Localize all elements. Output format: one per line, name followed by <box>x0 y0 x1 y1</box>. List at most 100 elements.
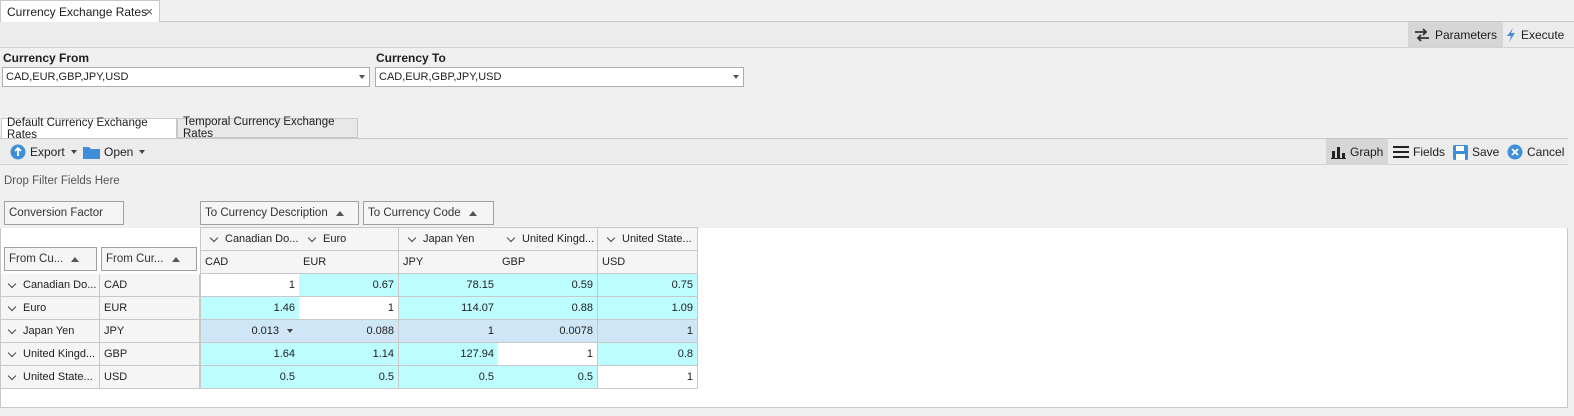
lightning-icon <box>1507 27 1515 42</box>
caret-down-icon[interactable] <box>287 329 293 333</box>
column-header-description[interactable]: United Kingd... <box>498 228 598 251</box>
currency-from-combobox[interactable]: CAD,EUR,GBP,JPY,USD <box>2 67 370 87</box>
tab-temporal-rates[interactable]: Temporal Currency Exchange Rates <box>177 116 358 140</box>
open-button[interactable]: Open <box>79 139 149 165</box>
chevron-down-icon[interactable] <box>407 233 417 242</box>
floppy-disk-icon <box>1453 144 1468 160</box>
data-cell[interactable]: 0.5 <box>498 366 598 389</box>
data-cell[interactable]: 1 <box>598 366 698 389</box>
data-cell[interactable]: 78.15 <box>399 274 499 297</box>
data-cell[interactable]: 0.0078 <box>498 320 598 343</box>
data-cell[interactable]: 1.46 <box>200 297 300 320</box>
graph-label: Graph <box>1350 145 1384 159</box>
data-cell[interactable]: 0.5 <box>399 366 499 389</box>
document-tab[interactable]: Currency Exchange Rates × <box>0 0 160 23</box>
data-cell[interactable]: 1.09 <box>598 297 698 320</box>
currency-to-label: Currency To <box>376 51 446 65</box>
row-header-description[interactable]: United Kingd... <box>0 343 100 366</box>
data-cell[interactable]: 1 <box>299 297 399 320</box>
open-label: Open <box>104 145 134 159</box>
chevron-down-icon[interactable] <box>209 233 219 242</box>
chevron-down-icon[interactable] <box>506 233 516 242</box>
data-cell[interactable]: 1.14 <box>299 343 399 366</box>
chevron-down-icon[interactable] <box>7 325 17 334</box>
row-field-button[interactable]: From Cur... <box>101 247 197 271</box>
parameters-label: Parameters <box>1435 27 1498 42</box>
column-header-label: United State... <box>622 233 692 245</box>
column-header-description[interactable]: Canadian Do... <box>200 228 300 251</box>
column-header-label: Euro <box>323 233 347 245</box>
row-header-label: Euro <box>23 302 47 314</box>
tab-default-rates[interactable]: Default Currency Exchange Rates <box>1 117 177 141</box>
folder-icon <box>83 147 100 159</box>
column-field-code[interactable]: To Currency Code <box>363 201 494 225</box>
fields-label: Fields <box>1413 145 1446 159</box>
column-header-description[interactable]: Euro <box>299 228 399 251</box>
execute-button[interactable]: Execute <box>1500 22 1570 47</box>
sort-ascending-icon <box>71 256 80 262</box>
chevron-down-icon[interactable] <box>7 302 17 311</box>
data-cell[interactable]: 114.07 <box>399 297 499 320</box>
graph-button[interactable]: Graph <box>1326 139 1389 165</box>
column-header-code: USD <box>598 251 698 274</box>
chevron-down-icon[interactable] <box>7 279 17 288</box>
data-cell[interactable]: 1 <box>200 274 300 297</box>
data-cell[interactable]: 0.88 <box>498 297 598 320</box>
close-icon[interactable]: × <box>145 4 153 19</box>
data-cell[interactable]: 1 <box>598 320 698 343</box>
data-cell[interactable]: 127.94 <box>399 343 499 366</box>
data-field-label: Conversion Factor <box>9 207 103 219</box>
currency-from-label: Currency From <box>3 51 90 65</box>
tab-temporal-rates-label: Temporal Currency Exchange Rates <box>183 116 335 140</box>
data-cell[interactable]: 0.59 <box>498 274 598 297</box>
column-header-description[interactable]: Japan Yen <box>399 228 499 251</box>
currency-from-value: CAD,EUR,GBP,JPY,USD <box>6 71 129 83</box>
save-button[interactable]: Save <box>1449 139 1503 165</box>
data-cell[interactable]: 0.5 <box>299 366 399 389</box>
row-header-description[interactable]: Japan Yen <box>0 320 100 343</box>
data-cell[interactable]: 0.8 <box>598 343 698 366</box>
data-cell[interactable]: 0.67 <box>299 274 399 297</box>
chevron-down-icon[interactable] <box>606 233 616 242</box>
cancel-label: Cancel <box>1527 145 1565 159</box>
column-field-description[interactable]: To Currency Description <box>200 201 359 225</box>
data-field-conversion-factor[interactable]: Conversion Factor <box>4 201 124 225</box>
column-header-description[interactable]: United State... <box>598 228 698 251</box>
row-header-code: CAD <box>100 274 200 297</box>
chevron-down-icon[interactable] <box>307 233 317 242</box>
currency-to-combobox[interactable]: CAD,EUR,GBP,JPY,USD <box>375 67 744 87</box>
fields-button[interactable]: Fields <box>1389 139 1449 165</box>
row-header-code: GBP <box>100 343 200 366</box>
row-header-description[interactable]: United State... <box>0 366 100 389</box>
data-cell[interactable]: 1.64 <box>200 343 300 366</box>
data-cell[interactable]: 1 <box>399 320 499 343</box>
export-icon <box>10 144 26 160</box>
row-header-description[interactable]: Canadian Do... <box>0 274 100 297</box>
data-cell[interactable]: 0.088 <box>299 320 399 343</box>
column-header-code: CAD <box>200 251 300 274</box>
column-header-label: Canadian Do... <box>225 233 299 245</box>
data-cell[interactable]: 0.013 <box>200 320 300 343</box>
chevron-down-icon[interactable] <box>7 348 17 357</box>
column-header-code: GBP <box>498 251 598 274</box>
parameters-button[interactable]: Parameters <box>1408 22 1504 47</box>
data-cell[interactable]: 0.75 <box>598 274 698 297</box>
row-header-code: JPY <box>100 320 200 343</box>
currency-to-value: CAD,EUR,GBP,JPY,USD <box>379 71 502 83</box>
data-cell[interactable]: 0.5 <box>200 366 300 389</box>
cancel-button[interactable]: Cancel <box>1503 139 1568 165</box>
column-header-label: United Kingd... <box>522 233 595 245</box>
chevron-down-icon[interactable] <box>359 75 365 79</box>
chevron-down-icon[interactable] <box>733 75 739 79</box>
row-header-description[interactable]: Euro <box>0 297 100 320</box>
chevron-down-icon[interactable] <box>7 371 17 380</box>
row-field-button[interactable]: From Cu... <box>4 247 97 271</box>
caret-down-icon <box>70 150 77 154</box>
pivot-toolbar: Export Open Graph Fields Save Cancel <box>0 139 1568 165</box>
column-header-code: JPY <box>399 251 499 274</box>
status-strip <box>0 408 1574 416</box>
row-field-label: From Cur... <box>106 253 164 265</box>
data-cell[interactable]: 1 <box>498 343 598 366</box>
caret-down-icon <box>139 150 146 154</box>
export-button[interactable]: Export <box>6 139 81 165</box>
